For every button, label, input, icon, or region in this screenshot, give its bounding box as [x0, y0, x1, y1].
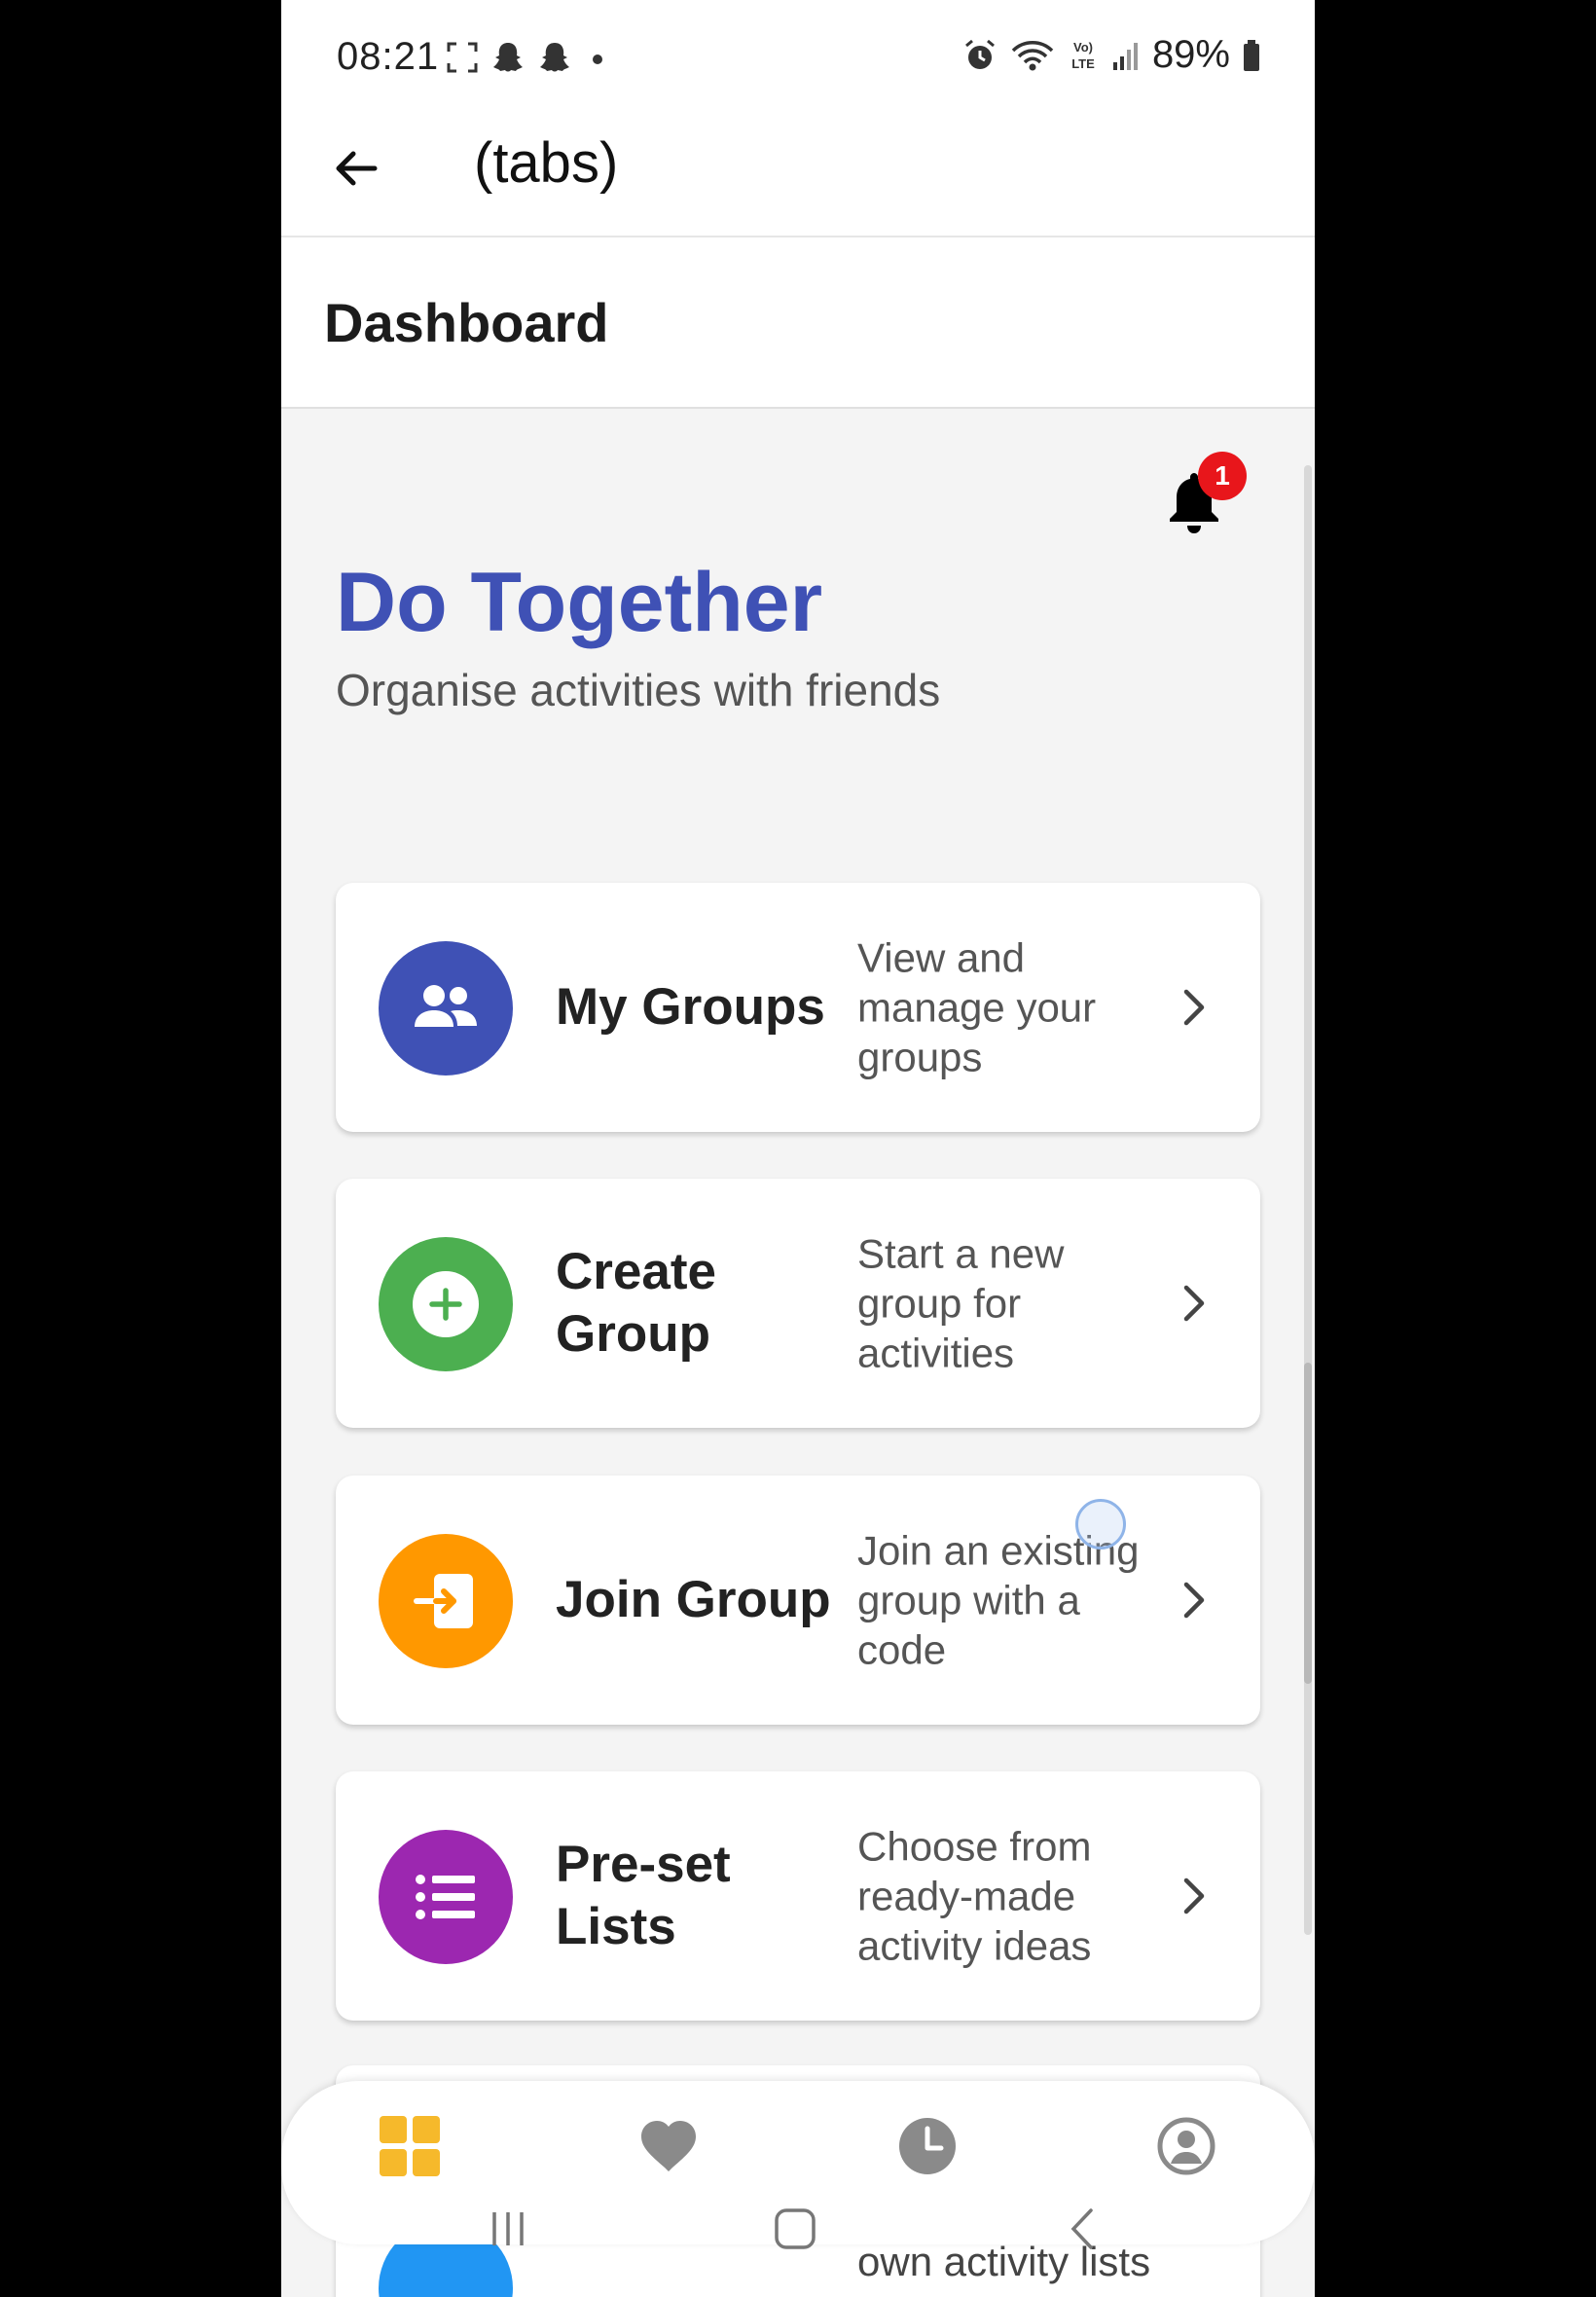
my-groups-card[interactable]: My Groups View and manage your groups — [336, 883, 1260, 1132]
page-title: Dashboard — [324, 292, 609, 353]
arrow-left-icon — [336, 151, 378, 186]
home-button[interactable] — [766, 2200, 824, 2258]
phone-screen: 08:21 Vo) LTE 89% (tabs) Dashboard 1 Do … — [281, 0, 1315, 2297]
card-title: Join Group — [556, 1571, 831, 1628]
card-title: Create Group — [556, 1243, 716, 1363]
snapchat-icon — [493, 43, 523, 72]
battery-percent: 89% — [1151, 33, 1230, 76]
app-subtitle: Organise activities with friends — [336, 665, 941, 715]
login-icon — [379, 1534, 513, 1668]
notification-badge: 1 — [1198, 452, 1247, 500]
system-nav-bar — [281, 2190, 1315, 2268]
snapchat-icon — [540, 43, 569, 72]
status-left-icons — [445, 39, 612, 76]
add-circle-icon — [379, 1237, 513, 1371]
touch-indicator — [1075, 1499, 1126, 1550]
tab-history[interactable] — [884, 2102, 971, 2190]
chevron-right-icon — [1183, 1878, 1205, 1914]
card-description: View and manage your groups — [857, 934, 1097, 1080]
back-icon — [1070, 2208, 1093, 2249]
heart-icon — [641, 2121, 696, 2171]
tab-favorites[interactable] — [625, 2102, 712, 2190]
app-bar-title: (tabs) — [474, 131, 619, 195]
battery-icon — [1244, 39, 1259, 71]
card-title: Pre-set Lists — [556, 1836, 731, 1955]
account-circle-icon — [1157, 2117, 1215, 2175]
scrollbar-track[interactable] — [1304, 465, 1312, 1935]
status-bar: 08:21 Vo) LTE 89% — [281, 0, 1315, 117]
chevron-right-icon — [1183, 989, 1205, 1026]
home-icon — [775, 2208, 816, 2249]
status-right: Vo) LTE 89% — [961, 33, 1261, 77]
back-button[interactable] — [322, 134, 390, 202]
status-time: 08:21 — [337, 35, 440, 78]
app-title: Do Together — [336, 556, 823, 649]
svg-text:LTE: LTE — [1071, 56, 1095, 71]
recents-button[interactable] — [479, 2200, 537, 2258]
chevron-right-icon — [1183, 1582, 1205, 1619]
grid-icon — [380, 2116, 440, 2176]
list-icon — [379, 1830, 513, 1964]
svg-text:Vo): Vo) — [1073, 40, 1093, 55]
preset-lists-card[interactable]: Pre-set Lists Choose from ready-made act… — [336, 1771, 1260, 2021]
alarm-icon — [964, 39, 995, 69]
dot-icon — [593, 55, 602, 64]
signal-icon — [1112, 42, 1138, 70]
volte-icon: Vo) LTE — [1071, 40, 1095, 71]
recents-icon — [492, 2212, 524, 2245]
screenshot-icon — [447, 42, 478, 73]
clock-icon — [899, 2118, 956, 2174]
card-description: Start a new group for activities — [857, 1230, 1065, 1376]
app-bar: (tabs) — [281, 117, 1315, 237]
chevron-right-icon — [1183, 1285, 1205, 1322]
card-description: Join an existing group with a code — [857, 1527, 1140, 1673]
card-description: Choose from ready-made activity ideas — [857, 1823, 1092, 1969]
tab-dashboard[interactable] — [366, 2102, 453, 2190]
create-group-card[interactable]: Create Group Start a new group for activ… — [336, 1179, 1260, 1428]
tab-profile[interactable] — [1143, 2102, 1230, 2190]
system-back-button[interactable] — [1055, 2200, 1113, 2258]
scrollbar-thumb[interactable] — [1304, 1363, 1312, 1684]
wifi-icon — [1011, 40, 1054, 70]
card-title: My Groups — [556, 978, 825, 1036]
groups-icon — [379, 941, 513, 1076]
screen-header: Dashboard — [281, 237, 1315, 409]
